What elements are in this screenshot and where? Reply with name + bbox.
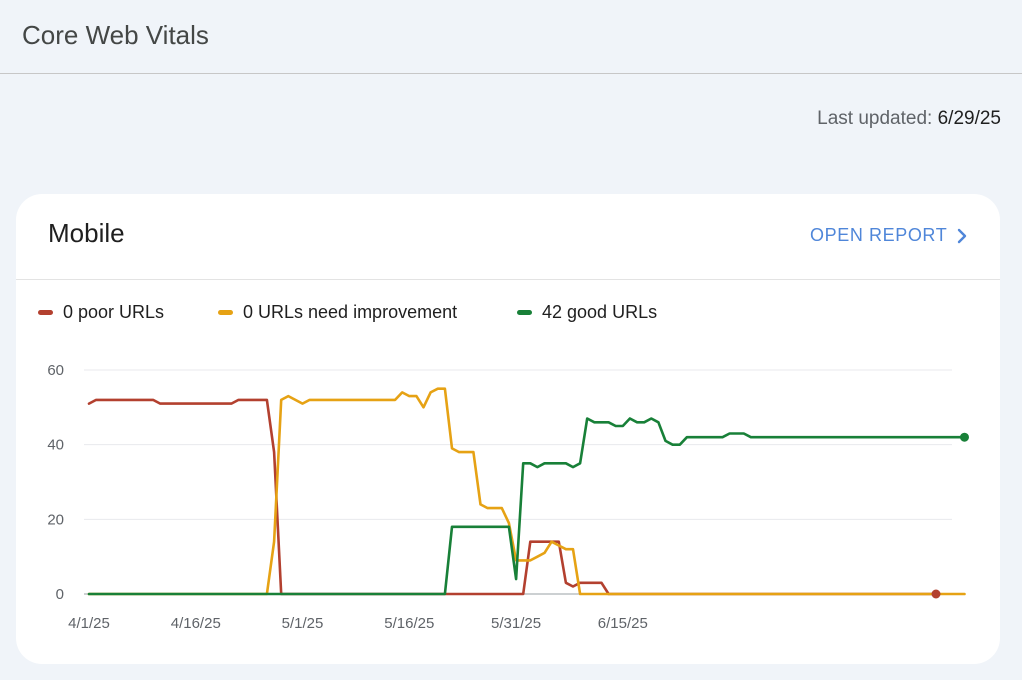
mobile-card: Mobile OPEN REPORT 0 poor URLs 0 URLs ne… [16, 194, 1000, 664]
y-tick-label: 60 [47, 362, 64, 379]
series-end-point-poor [931, 589, 941, 599]
series-end-point-good [959, 432, 969, 442]
y-tick-label: 20 [47, 511, 64, 528]
y-tick-label: 40 [47, 437, 64, 454]
last-updated: Last updated: 6/29/25 [817, 108, 1001, 130]
last-updated-date: 6/29/25 [937, 108, 1001, 129]
cwv-line-chart: 0 20 40 60 4/1/25 4/16/25 5/1/25 5/16/25 5/31/25… [47, 362, 969, 632]
top-bar: Core Web Vitals [0, 0, 1022, 74]
x-tick-label: 4/16/25 [171, 615, 221, 632]
x-tick-label: 5/1/25 [282, 615, 324, 632]
last-updated-label: Last updated: [817, 108, 938, 129]
x-tick-label: 5/31/25 [491, 615, 541, 632]
y-tick-label: 0 [56, 586, 64, 603]
x-tick-label: 5/16/25 [384, 615, 434, 632]
page-title: Core Web Vitals [22, 20, 209, 50]
series-line-0 [87, 398, 938, 596]
x-tick-label: 4/1/25 [68, 615, 110, 632]
x-tick-label: 6/15/25 [598, 615, 648, 632]
